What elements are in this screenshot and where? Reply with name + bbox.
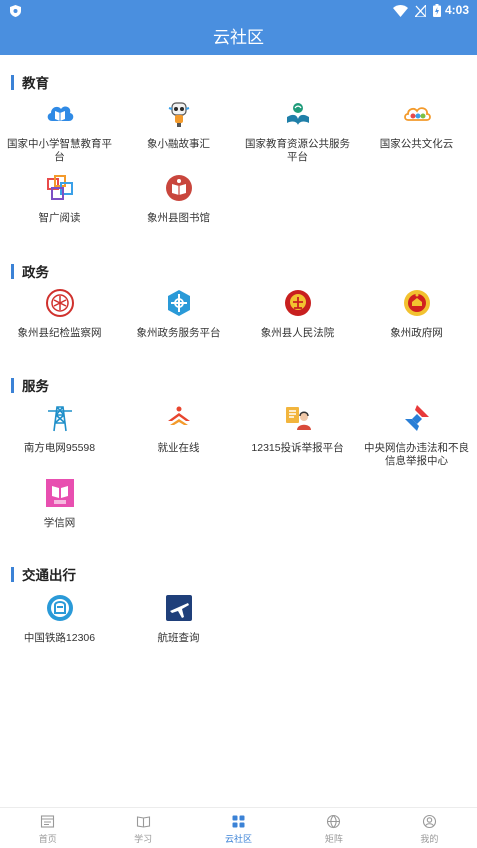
section-header: 服务 [11, 377, 49, 394]
item-story-hub[interactable]: 象小融故事汇 [119, 99, 238, 151]
tab-mine[interactable]: 我的 [382, 808, 477, 848]
item-label: 就业在线 [157, 442, 200, 454]
section-title: 服务 [22, 379, 49, 394]
tab-home[interactable]: 首页 [0, 808, 95, 848]
item-smart-education[interactable]: 国家中小学智慧教育平台 [0, 99, 119, 163]
section-title: 交通出行 [22, 568, 76, 583]
item-label: 智广阅读 [38, 212, 81, 224]
employment-icon [167, 406, 190, 425]
flight-icon [165, 595, 192, 621]
inspection-emblem-icon [45, 289, 74, 317]
content-area: 教育 国家中小学智慧教育平台 象小融故事汇 国家教育资源公共服务平台 国家公共文… [0, 55, 477, 807]
item-culture-cloud[interactable]: 国家公共文化云 [357, 99, 476, 151]
item-china-railway[interactable]: 中国铁路12306 [0, 593, 119, 645]
item-label: 国家公共文化云 [379, 138, 454, 150]
item-xuexin[interactable]: 学信网 [0, 478, 119, 530]
item-flight-query[interactable]: 航班查询 [119, 593, 238, 645]
tab-label: 我的 [420, 834, 439, 844]
user-icon [422, 814, 436, 829]
tab-label: 矩阵 [324, 834, 343, 844]
complaint-report-icon [285, 407, 311, 430]
item-illegal-info-report[interactable]: 中央网信办违法和不良信息举报中心 [357, 403, 476, 467]
book-icon [136, 816, 150, 828]
item-zhiguang-reading[interactable]: 智广阅读 [0, 173, 119, 225]
item-label: 象州政府网 [390, 327, 443, 339]
item-label: 象州县人民法院 [260, 327, 335, 339]
item-label: 国家教育资源公共服务平台 [245, 138, 350, 163]
power-tower-icon [47, 406, 72, 432]
item-label: 国家中小学智慧教育平台 [7, 138, 112, 163]
shield-icon [10, 5, 21, 17]
education-resource-icon [286, 103, 309, 125]
item-county-library[interactable]: 象州县图书馆 [119, 173, 238, 225]
section-marker [11, 566, 14, 582]
item-label: 航班查询 [157, 632, 200, 644]
section-marker [11, 74, 14, 90]
item-label: 中国铁路12306 [23, 632, 96, 644]
tab-label: 首页 [38, 834, 57, 844]
wifi-icon [393, 4, 408, 17]
item-label: 象小融故事汇 [147, 138, 210, 150]
railway-icon [46, 595, 73, 621]
no-signal-icon [415, 4, 426, 17]
grid-icon [232, 815, 245, 828]
item-peoples-court[interactable]: 象州县人民法院 [238, 288, 357, 340]
section-title: 政务 [22, 265, 49, 280]
xuexin-book-icon [45, 479, 74, 507]
home-icon [41, 815, 55, 828]
item-label: 象州政务服务平台 [136, 327, 221, 339]
item-label: 南方电网95598 [23, 442, 96, 454]
item-southern-power-grid[interactable]: 南方电网95598 [0, 403, 119, 455]
culture-cloud-icon [403, 107, 431, 121]
section-header: 政务 [11, 263, 49, 280]
section-header: 交通出行 [11, 566, 76, 583]
item-label: 学信网 [43, 517, 76, 529]
item-label: 12315投诉举报平台 [251, 442, 344, 454]
tab-cloud-community[interactable]: 云社区 [191, 808, 286, 848]
tab-study[interactable]: 学习 [95, 808, 190, 848]
status-bar: 4:03 [0, 0, 477, 22]
library-icon [165, 175, 192, 201]
item-education-resources[interactable]: 国家教育资源公共服务平台 [238, 99, 357, 163]
bottom-tab-bar: 首页 学习 云社区 矩阵 我的 [0, 807, 477, 848]
item-employment-online[interactable]: 就业在线 [119, 403, 238, 455]
tab-label: 学习 [134, 834, 153, 844]
government-service-icon [167, 290, 190, 316]
item-label: 象州县纪检监察网 [17, 327, 102, 339]
item-label: 中央网信办违法和不良信息举报中心 [364, 442, 469, 467]
globe-icon [327, 814, 341, 829]
item-label: 象州县图书馆 [147, 212, 210, 224]
section-header: 教育 [11, 74, 49, 91]
national-emblem-icon [403, 290, 430, 316]
tab-label: 云社区 [225, 834, 253, 844]
tab-matrix[interactable]: 矩阵 [286, 808, 381, 848]
section-marker [11, 263, 14, 279]
item-government-service[interactable]: 象州政务服务平台 [119, 288, 238, 340]
section-title: 教育 [22, 76, 49, 91]
item-discipline-inspection[interactable]: 象州县纪检监察网 [0, 288, 119, 340]
section-marker [11, 377, 14, 393]
title-bar: 云社区 [0, 22, 477, 55]
color-frames-icon [46, 175, 73, 200]
battery-icon [433, 4, 441, 17]
cloud-book-icon [47, 106, 73, 121]
item-county-government[interactable]: 象州政府网 [357, 288, 476, 340]
item-12315-complaint[interactable]: 12315投诉举报平台 [238, 403, 357, 455]
page-title: 云社区 [213, 28, 264, 47]
report-center-icon [404, 405, 429, 431]
court-emblem-icon [284, 290, 311, 316]
robot-mascot-icon [168, 102, 189, 127]
status-time: 4:03 [444, 3, 469, 17]
